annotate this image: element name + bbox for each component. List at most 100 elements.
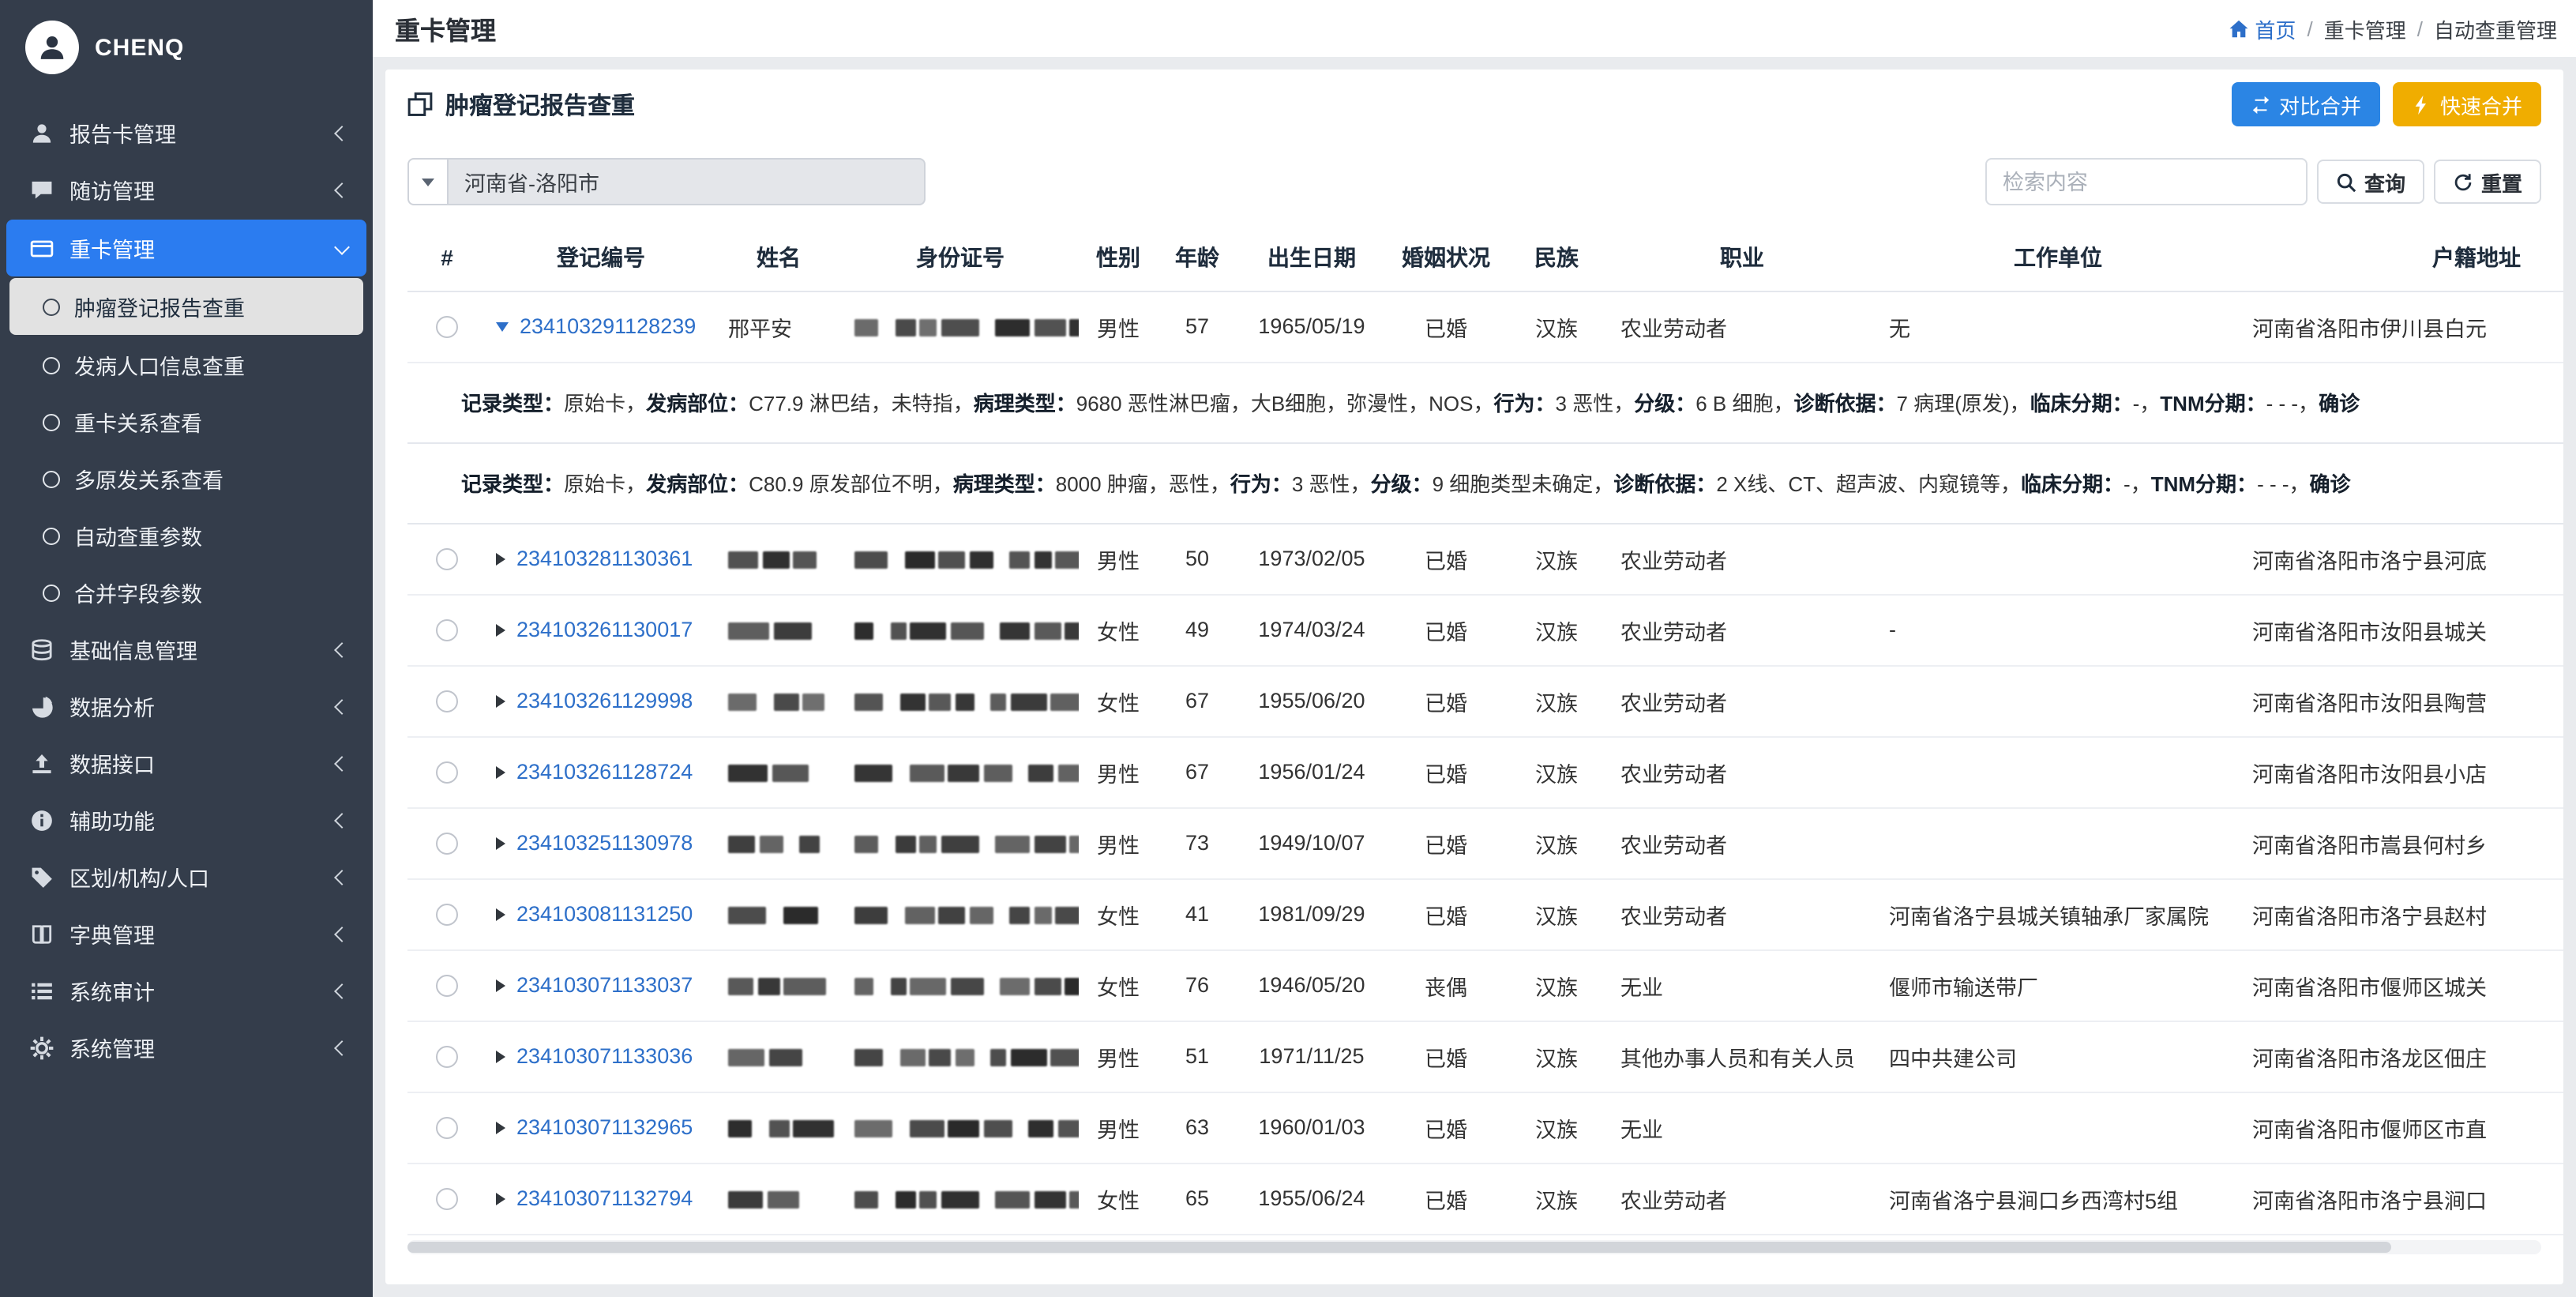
row-select-radio[interactable] <box>436 548 458 570</box>
scrollbar-thumb[interactable] <box>407 1241 2392 1252</box>
expand-caret-icon[interactable] <box>496 909 505 922</box>
column-header: 户籍地址 <box>2240 224 2563 291</box>
expand-caret-icon[interactable] <box>496 625 505 637</box>
masked-id <box>854 1120 1079 1137</box>
sidebar-item-label: 字典管理 <box>69 918 336 949</box>
sidebar-item-base-info[interactable]: 基础信息管理 <box>0 621 373 678</box>
sidebar-item-audit[interactable]: 系统审计 <box>0 962 373 1019</box>
sidebar-item-dictionary[interactable]: 字典管理 <box>0 905 373 962</box>
expand-caret-icon[interactable] <box>496 767 505 780</box>
expand-caret-icon[interactable] <box>496 554 505 566</box>
expand-caret-icon[interactable] <box>496 1051 505 1064</box>
sidebar-item-report-card[interactable]: 报告卡管理 <box>0 104 373 161</box>
sidebar-item-data-interface[interactable]: 数据接口 <box>0 735 373 791</box>
address-cell: 河南省洛阳市伊川县白元 <box>2240 291 2563 362</box>
birth-date-cell: 1960/01/03 <box>1237 1092 1387 1163</box>
sidebar-item-auxiliary[interactable]: 辅助功能 <box>0 791 373 848</box>
compare-icon <box>2251 94 2271 115</box>
registration-no-link[interactable]: 234103071133037 <box>516 973 693 997</box>
expand-caret-icon[interactable] <box>496 1194 505 1206</box>
breadcrumb-item[interactable]: 首页 <box>2228 13 2296 43</box>
sidebar-item-follow-up[interactable]: 随访管理 <box>0 161 373 218</box>
panel-actions: 对比合并 快速合并 <box>2232 82 2541 126</box>
collapse-caret-icon[interactable] <box>496 323 509 333</box>
caret-down-icon[interactable] <box>407 158 449 205</box>
select-cell <box>407 1021 486 1092</box>
query-button[interactable]: 查询 <box>2317 160 2424 204</box>
expand-caret-icon[interactable] <box>496 1122 505 1135</box>
sidebar-subitem[interactable]: 合并字段参数 <box>0 564 373 621</box>
list-icon <box>28 977 55 1004</box>
name-cell <box>715 665 842 736</box>
sidebar-subitem[interactable]: 重卡关系查看 <box>0 393 373 450</box>
registration-no-link[interactable]: 234103251130978 <box>516 831 693 855</box>
registration-no-link[interactable]: 234103071132794 <box>516 1186 693 1210</box>
age-cell: 57 <box>1158 291 1237 362</box>
sidebar-subitem[interactable]: 肿瘤登记报告查重 <box>9 278 363 335</box>
horizontal-scrollbar[interactable] <box>407 1239 2541 1254</box>
row-select-radio[interactable] <box>436 1046 458 1068</box>
row-select-radio[interactable] <box>436 904 458 926</box>
ethnicity-cell: 汉族 <box>1505 878 1608 949</box>
row-select-radio[interactable] <box>436 316 458 338</box>
row-select-radio[interactable] <box>436 1188 458 1210</box>
row-select-radio[interactable] <box>436 833 458 855</box>
age-cell: 67 <box>1158 736 1237 807</box>
marital-status-cell: 已婚 <box>1387 1092 1505 1163</box>
select-cell <box>407 291 486 362</box>
expand-caret-icon[interactable] <box>496 696 505 709</box>
registration-no-link[interactable]: 234103261129998 <box>516 689 693 712</box>
sidebar-subitem[interactable]: 发病人口信息查重 <box>0 336 373 393</box>
patient-name: 邢平安 <box>728 317 792 340</box>
book-icon <box>28 920 55 947</box>
registration-no-link[interactable]: 234103281130361 <box>516 547 693 570</box>
masked-id <box>854 551 1079 569</box>
circle-icon <box>43 470 60 487</box>
circle-icon <box>43 584 60 601</box>
registration-no-cell: 234103291128239 <box>486 291 715 362</box>
sidebar-item-system[interactable]: 系统管理 <box>0 1019 373 1076</box>
chevron-left-icon <box>334 698 350 714</box>
select-cell <box>407 594 486 665</box>
sidebar-item-label: 报告卡管理 <box>69 117 336 148</box>
expand-caret-icon[interactable] <box>496 980 505 993</box>
registration-no-link[interactable]: 234103071133036 <box>516 1044 693 1068</box>
sidebar-subitem[interactable]: 自动查重参数 <box>0 507 373 564</box>
sidebar-item-region-org[interactable]: 区划/机构/人口 <box>0 848 373 905</box>
registration-no-link[interactable]: 234103261128724 <box>516 760 693 784</box>
row-select-radio[interactable] <box>436 761 458 784</box>
region-select[interactable]: 河南省-洛阳市 <box>407 158 926 205</box>
compare-merge-button[interactable]: 对比合并 <box>2232 82 2380 126</box>
search-input[interactable] <box>1985 158 2308 205</box>
quick-merge-button[interactable]: 快速合并 <box>2393 82 2541 126</box>
marital-status-cell: 已婚 <box>1387 1021 1505 1092</box>
registration-no-link[interactable]: 234103261130017 <box>516 618 693 641</box>
row-select-radio[interactable] <box>436 619 458 641</box>
info-icon <box>28 806 55 833</box>
sidebar-item-dup-card[interactable]: 重卡管理 <box>6 220 366 276</box>
registration-no-cell: 234103071132965 <box>486 1092 715 1163</box>
table-row: 234103251130978男性731949/10/07已婚汉族农业劳动者河南… <box>407 807 2563 878</box>
sidebar-item-data-analysis[interactable]: 数据分析 <box>0 678 373 735</box>
row-select-radio[interactable] <box>436 975 458 997</box>
table-row: 234103071133037女性761946/05/20丧偶汉族无业偃师市输送… <box>407 949 2563 1021</box>
registration-no-link[interactable]: 234103071132965 <box>516 1115 693 1139</box>
reset-button[interactable]: 重置 <box>2434 160 2541 204</box>
occupation-cell: 农业劳动者 <box>1608 291 1876 362</box>
results-table: #登记编号姓名身份证号性别年龄出生日期婚姻状况民族职业工作单位户籍地址 2341… <box>407 224 2563 1235</box>
masked-id <box>854 622 1079 640</box>
sidebar-item-label: 基础信息管理 <box>69 633 336 665</box>
row-select-radio[interactable] <box>436 1117 458 1139</box>
masked-name <box>728 694 824 711</box>
registration-no-link[interactable]: 234103081131250 <box>516 902 693 926</box>
region-value[interactable]: 河南省-洛阳市 <box>449 158 926 205</box>
select-cell <box>407 807 486 878</box>
gender-cell: 男性 <box>1079 523 1158 594</box>
sidebar-subitem[interactable]: 多原发关系查看 <box>0 450 373 507</box>
registration-no-link[interactable]: 234103291128239 <box>520 314 696 338</box>
expand-caret-icon[interactable] <box>496 838 505 851</box>
registration-no-cell: 234103261130017 <box>486 594 715 665</box>
registration-no-cell: 234103071133036 <box>486 1021 715 1092</box>
circle-icon <box>43 356 60 374</box>
row-select-radio[interactable] <box>436 690 458 712</box>
